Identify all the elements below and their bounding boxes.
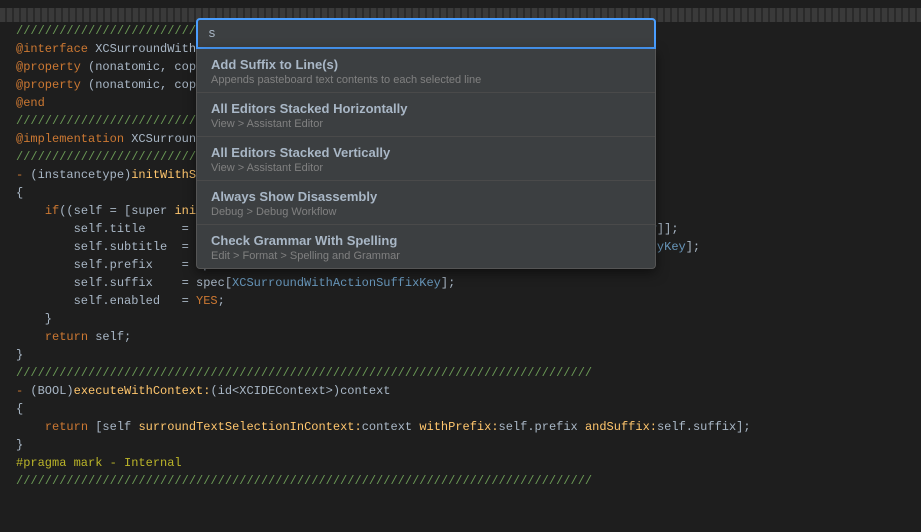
dropdown-item-title: Add Suffix to Line(s) (211, 57, 641, 72)
dropdown-item-subtitle: Appends pasteboard text contents to each… (211, 74, 641, 86)
code-line: #pragma mark - Internal (0, 454, 921, 472)
dropdown-item-check-grammar[interactable]: Check Grammar With Spelling Edit > Forma… (197, 225, 655, 268)
search-input-wrapper (196, 18, 656, 49)
search-input[interactable] (198, 20, 654, 47)
dropdown-item-title: All Editors Stacked Vertically (211, 145, 641, 160)
code-line: ////////////////////////////////////////… (0, 364, 921, 382)
code-line: ////////////////////////////////////////… (0, 472, 921, 490)
dropdown-item-subtitle: View > Assistant Editor (211, 162, 641, 174)
code-line: { (0, 400, 921, 418)
code-line: self.enabled = YES; (0, 292, 921, 310)
dropdown-item-subtitle: Edit > Format > Spelling and Grammar (211, 250, 641, 262)
code-line: self.suffix = spec[XCSurroundWithActionS… (0, 274, 921, 292)
code-line: } (0, 346, 921, 364)
dropdown-item-title: All Editors Stacked Horizontally (211, 101, 641, 116)
dropdown-item-all-editors-vertical[interactable]: All Editors Stacked Vertically View > As… (197, 137, 655, 181)
dropdown-item-title: Check Grammar With Spelling (211, 233, 641, 248)
dropdown-item-title: Always Show Disassembly (211, 189, 641, 204)
dropdown-item-all-editors-horizontal[interactable]: All Editors Stacked Horizontally View > … (197, 93, 655, 137)
code-line: } (0, 310, 921, 328)
dropdown-item-subtitle: View > Assistant Editor (211, 118, 641, 130)
dropdown-item-always-show-disassembly[interactable]: Always Show Disassembly Debug > Debug Wo… (197, 181, 655, 225)
dropdown-item-subtitle: Debug > Debug Workflow (211, 206, 641, 218)
dropdown-list: Add Suffix to Line(s) Appends pasteboard… (196, 49, 656, 269)
code-line: - (BOOL)executeWithContext:(id<XCIDECont… (0, 382, 921, 400)
dropdown-item-add-suffix[interactable]: Add Suffix to Line(s) Appends pasteboard… (197, 49, 655, 93)
code-line: return self; (0, 328, 921, 346)
code-line: return [self surroundTextSelectionInCont… (0, 418, 921, 436)
search-panel: Add Suffix to Line(s) Appends pasteboard… (196, 18, 656, 269)
code-line: } (0, 436, 921, 454)
